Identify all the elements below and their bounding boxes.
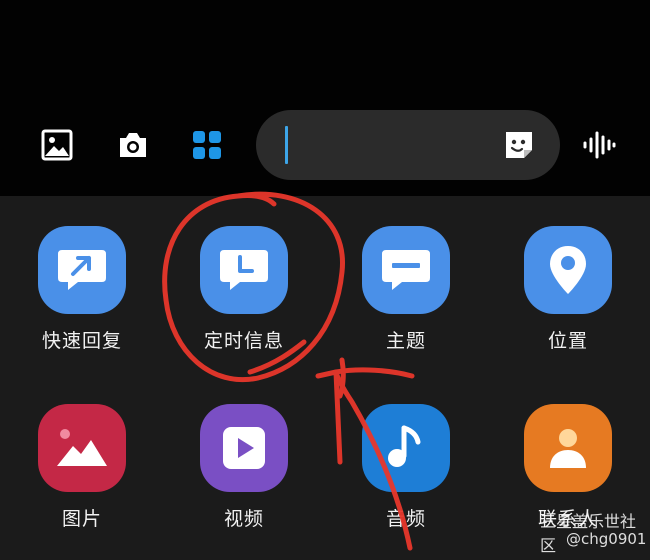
- app-label: 图片: [61, 508, 102, 530]
- app-label: 主题: [385, 330, 426, 352]
- gallery-icon[interactable]: [38, 126, 76, 164]
- quick-reply-icon: [38, 226, 126, 314]
- message-input[interactable]: [256, 110, 560, 180]
- sticker-icon[interactable]: [502, 128, 536, 162]
- app-scheduled-message[interactable]: 定时信息: [184, 226, 304, 356]
- subject-icon: [362, 226, 450, 314]
- app-label: 视频: [223, 508, 264, 530]
- watermark-user: @chg0901: [566, 530, 647, 548]
- app-subject[interactable]: 主题: [346, 226, 466, 356]
- scheduled-message-icon: [200, 226, 288, 314]
- image-icon: [38, 404, 126, 492]
- app-label: 快速回复: [41, 330, 122, 352]
- app-location[interactable]: 位置: [508, 226, 628, 356]
- audio-icon: [362, 404, 450, 492]
- video-icon: [200, 404, 288, 492]
- app-video[interactable]: 视频: [184, 404, 304, 534]
- app-image[interactable]: 图片: [22, 404, 142, 534]
- camera-icon[interactable]: [114, 126, 152, 164]
- apps-grid-icon[interactable]: [188, 126, 226, 164]
- voice-wave-icon[interactable]: [580, 126, 618, 164]
- location-icon: [524, 226, 612, 314]
- app-label: 音频: [385, 508, 426, 530]
- app-label: 位置: [547, 330, 588, 352]
- app-label: 定时信息: [203, 330, 284, 352]
- contact-icon: [524, 404, 612, 492]
- app-audio[interactable]: 音频: [346, 404, 466, 534]
- app-quick-reply[interactable]: 快速回复: [22, 226, 142, 356]
- text-cursor: [285, 126, 288, 164]
